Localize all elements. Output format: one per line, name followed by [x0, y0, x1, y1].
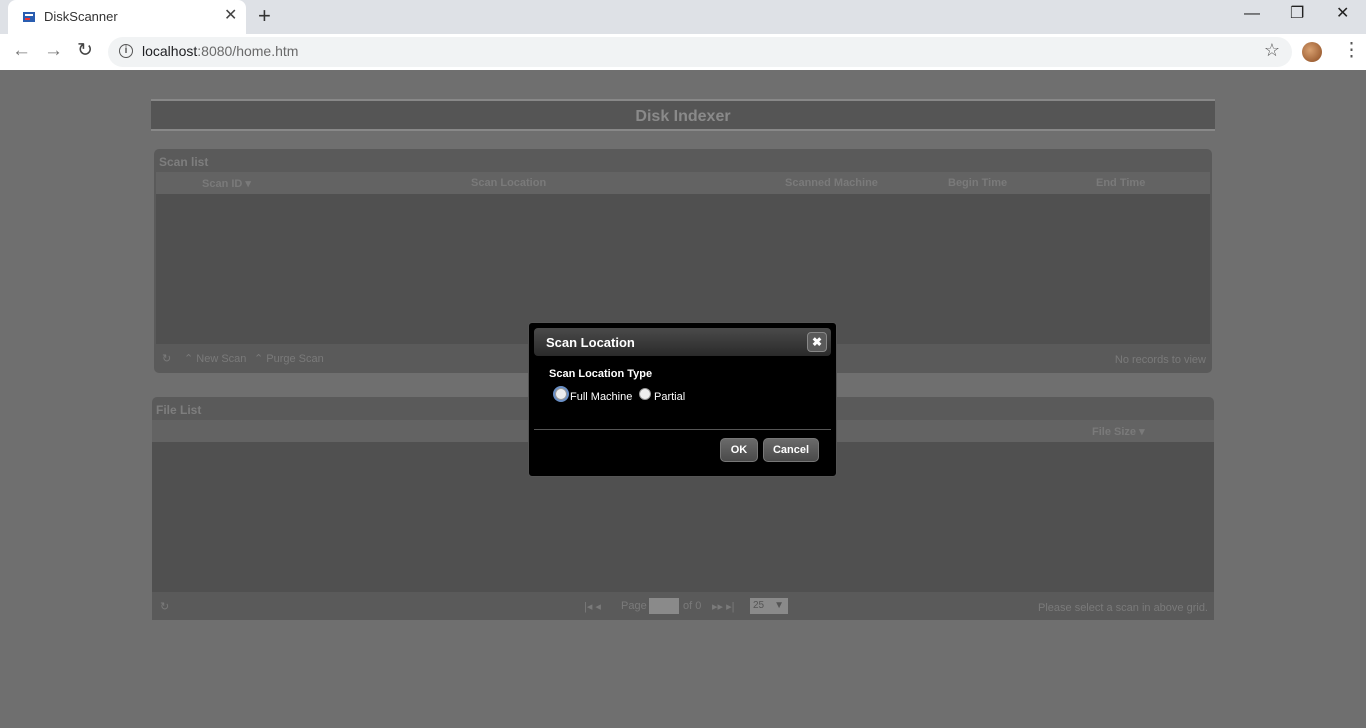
browser-menu-icon[interactable]: ⋮: [1342, 40, 1361, 62]
dialog-titlebar[interactable]: Scan Location ✖: [534, 328, 831, 356]
new-tab-button[interactable]: +: [258, 4, 271, 28]
column-scan-location[interactable]: Scan Location: [471, 177, 546, 189]
new-scan-button[interactable]: ⌃ New Scan: [184, 352, 246, 365]
browser-toolbar: ← → ↻ i localhost:8080/home.htm ☆ ⋮: [0, 34, 1366, 70]
back-button[interactable]: ←: [12, 40, 31, 62]
full-machine-label[interactable]: Full Machine: [570, 391, 632, 403]
scan-list-title: Scan list: [159, 155, 209, 169]
ok-button[interactable]: OK: [720, 438, 758, 462]
pager-next-last[interactable]: ▸▸ ▸|: [712, 600, 734, 613]
refresh-icon[interactable]: ↻: [160, 600, 169, 613]
purge-scan-button[interactable]: ⌃ Purge Scan: [254, 352, 324, 365]
url-path: :8080/home.htm: [197, 43, 299, 59]
site-info-icon[interactable]: i: [119, 44, 133, 58]
column-scan-id[interactable]: Scan ID ▾: [202, 177, 251, 190]
file-list-footer: ↻ |◂ ◂ Page of 0 ▸▸ ▸| 25 ▼ Please select…: [152, 593, 1214, 620]
page-size-select[interactable]: 25 ▼: [750, 598, 788, 614]
forward-button[interactable]: →: [44, 40, 63, 62]
column-begin-time[interactable]: Begin Time: [948, 177, 1007, 189]
dialog-title: Scan Location: [546, 335, 635, 350]
page-number-input[interactable]: [649, 598, 679, 614]
chevron-down-icon: ▼: [774, 600, 784, 611]
dialog-divider: [534, 429, 831, 430]
page-label: Page: [621, 600, 647, 612]
partial-label[interactable]: Partial: [654, 391, 685, 403]
scan-list-status: No records to view: [1114, 354, 1206, 366]
restore-button[interactable]: ❐: [1290, 4, 1304, 24]
browser-tab[interactable]: DiskScanner ✕: [8, 0, 246, 34]
app-favicon-icon: [23, 12, 35, 22]
cancel-button[interactable]: Cancel: [763, 438, 819, 462]
app-header: Disk Indexer: [151, 99, 1215, 131]
scan-list-header: Scan ID ▾ Scan Location Scanned Machine …: [156, 172, 1210, 194]
scan-location-type-label: Scan Location Type: [549, 368, 653, 380]
url-text: localhost:8080/home.htm: [142, 43, 298, 59]
partial-radio[interactable]: [639, 388, 651, 400]
reload-button[interactable]: ↻: [77, 40, 93, 62]
column-end-time[interactable]: End Time: [1096, 177, 1145, 189]
browser-tabbar: DiskScanner ✕ + — ❐ ✕: [0, 0, 1366, 34]
pager-first-prev[interactable]: |◂ ◂: [584, 600, 601, 613]
file-list-title: File List: [156, 403, 202, 417]
close-window-button[interactable]: ✕: [1336, 4, 1349, 24]
file-list-status: Please select a scan in above grid.: [1038, 602, 1208, 614]
bookmark-star-icon[interactable]: ☆: [1264, 40, 1280, 61]
tab-title: DiskScanner: [44, 9, 118, 24]
column-file-size[interactable]: File Size ▾: [1092, 425, 1145, 438]
page-count: of 0: [683, 600, 702, 612]
full-machine-radio[interactable]: [555, 388, 567, 400]
address-bar[interactable]: i localhost:8080/home.htm ☆: [108, 37, 1292, 67]
minimize-button[interactable]: —: [1244, 4, 1260, 24]
url-host: localhost: [142, 43, 198, 59]
scan-location-dialog: Scan Location ✖ Scan Location Type Full …: [528, 322, 837, 477]
tab-close-icon[interactable]: ✕: [224, 7, 237, 25]
page-title: Disk Indexer: [635, 108, 731, 125]
profile-avatar[interactable]: [1302, 42, 1322, 62]
column-scanned-machine[interactable]: Scanned Machine: [785, 177, 878, 189]
refresh-icon[interactable]: ↻: [162, 352, 171, 365]
close-icon[interactable]: ✖: [807, 332, 827, 352]
page-size-value: 25: [753, 600, 765, 611]
